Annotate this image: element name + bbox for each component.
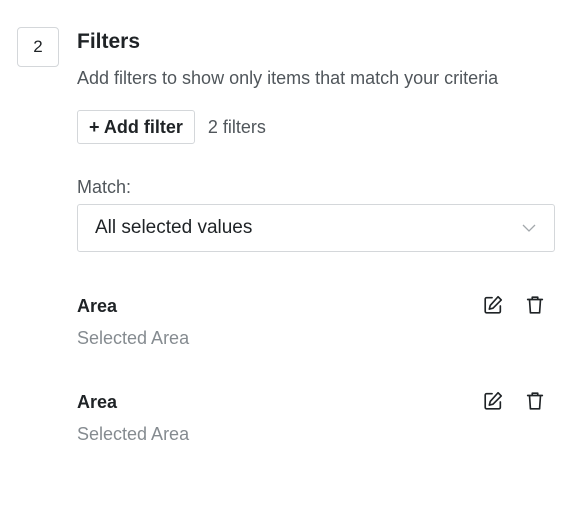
section-title: Filters xyxy=(77,30,141,53)
filter-actions xyxy=(481,389,547,413)
match-label: Match: xyxy=(77,177,132,197)
edit-icon xyxy=(484,295,503,314)
step-number: 2 xyxy=(33,37,43,56)
filter-count: 2 filters xyxy=(207,116,266,137)
filter-list: Area Selected Area Area Selected Area xyxy=(77,295,557,487)
add-filter-button[interactable]: + Add filter xyxy=(77,110,195,144)
chevron-down-icon xyxy=(522,224,536,232)
filter-item: Area Selected Area xyxy=(77,391,555,487)
filter-value: Selected Area xyxy=(77,424,190,444)
delete-filter-button[interactable] xyxy=(523,293,547,317)
filter-item: Area Selected Area xyxy=(77,295,555,391)
edit-filter-button[interactable] xyxy=(481,389,505,413)
filter-value: Selected Area xyxy=(77,328,190,348)
filters-section: Filters Add filters to show only items t… xyxy=(77,28,557,487)
edit-icon xyxy=(484,391,503,410)
delete-filter-button[interactable] xyxy=(523,389,547,413)
section-description: Add filters to show only items that matc… xyxy=(77,68,499,88)
match-select[interactable]: All selected values xyxy=(77,204,555,252)
step-number-badge: 2 xyxy=(17,27,59,67)
edit-filter-button[interactable] xyxy=(481,293,505,317)
add-filter-row: + Add filter 2 filters xyxy=(77,110,557,144)
add-filter-label: + Add filter xyxy=(89,116,183,137)
trash-icon xyxy=(526,392,544,410)
match-selected-value: All selected values xyxy=(95,217,253,238)
trash-icon xyxy=(526,296,544,314)
filter-actions xyxy=(481,293,547,317)
